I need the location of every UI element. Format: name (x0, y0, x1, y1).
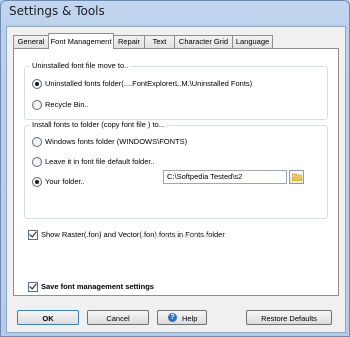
ok-button[interactable]: OK (17, 310, 79, 325)
window-title: Settings & Tools (9, 4, 105, 18)
radio-indicator (32, 100, 42, 110)
folder-icon (292, 173, 302, 181)
radio-label: Uninstalled fonts folder(....FontExplore… (45, 79, 253, 88)
font-management-panel: Uninstalled font file move to.. Uninstal… (13, 48, 339, 296)
tab-repair[interactable]: Repair (113, 35, 145, 48)
check-mark (29, 281, 37, 290)
checkbox-indicator (28, 281, 38, 292)
browse-folder-button[interactable] (289, 170, 304, 184)
help-icon: ? (168, 313, 177, 322)
tab-language[interactable]: Language (232, 35, 273, 48)
install-group: Install fonts to folder (copy font file … (24, 120, 328, 219)
your-folder-input[interactable]: C:\Softpedia Tested\s2 (163, 170, 287, 184)
radio-indicator (32, 177, 42, 187)
radio-selected-dot (35, 82, 39, 86)
radio-selected-dot (35, 180, 39, 184)
radio-label: Leave it in font file default folder.. (45, 157, 155, 166)
dialog-client: General Font Management Repair Text Char… (6, 26, 346, 333)
install-group-label: Install fonts to folder (copy font file … (30, 120, 167, 130)
radio-indicator (32, 79, 42, 89)
help-button-label: Help (182, 314, 198, 323)
tab-text[interactable]: Text (144, 35, 175, 48)
uninstall-group: Uninstalled font file move to.. Uninstal… (24, 61, 328, 120)
radio-indicator (32, 157, 42, 167)
check-mark (29, 229, 37, 238)
help-button[interactable]: ? Help (157, 310, 207, 325)
settings-window: Settings & Tools General Font Management… (0, 0, 350, 337)
checkbox-indicator (28, 229, 38, 240)
restore-defaults-button[interactable]: Restore Defaults (246, 310, 332, 325)
checkbox-label: Save font management settings (41, 282, 154, 291)
radio-indicator (32, 137, 42, 147)
radio-label: Recycle Bin.. (45, 100, 89, 109)
uninstall-group-label: Uninstalled font file move to.. (30, 61, 131, 71)
tab-general[interactable]: General (13, 35, 49, 48)
cancel-button[interactable]: Cancel (87, 310, 149, 325)
tab-font-management[interactable]: Font Management (48, 33, 114, 49)
watermark: www.softpedia.com (154, 233, 210, 240)
radio-label: Your folder.. (45, 177, 85, 186)
radio-label: Windows fonts folder (WINDOWS\FONTS) (45, 137, 188, 146)
tab-character-grid[interactable]: Character Grid (174, 35, 233, 48)
